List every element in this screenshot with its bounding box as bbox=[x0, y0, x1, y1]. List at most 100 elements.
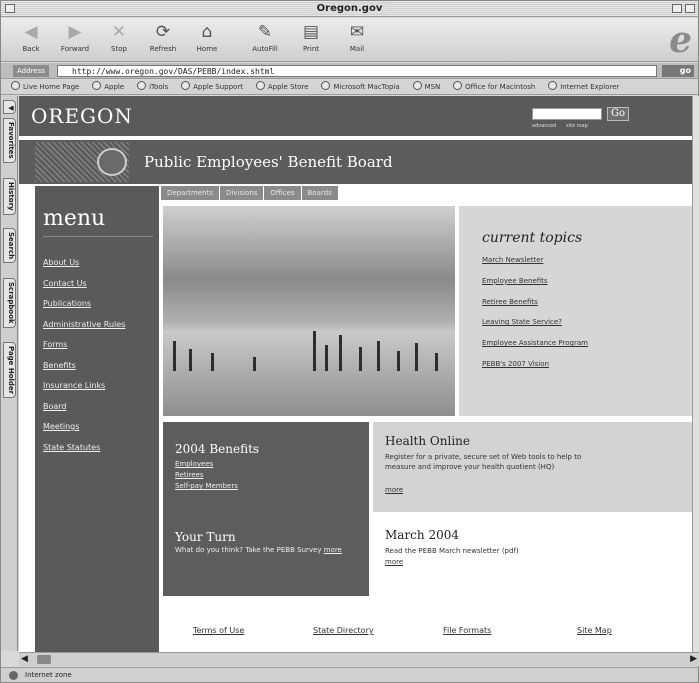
menu-item-insurance-links[interactable]: Insurance Links bbox=[43, 381, 125, 402]
health-online-text: Register for a private, secure set of We… bbox=[385, 453, 582, 471]
tab-page-holder[interactable]: Page Holder bbox=[3, 342, 16, 399]
menu-item-board[interactable]: Board bbox=[43, 402, 125, 423]
nav-departments[interactable]: Departments bbox=[161, 186, 220, 200]
seal-icon bbox=[97, 148, 127, 176]
your-turn-more-link[interactable]: more bbox=[324, 546, 342, 554]
horizontal-scrollbar[interactable]: ◀ ▶ bbox=[19, 652, 699, 666]
footer-file-formats-link[interactable]: File Formats bbox=[443, 626, 491, 635]
site-search-input[interactable] bbox=[532, 108, 602, 120]
refresh-button[interactable]: ⟳ Refresh bbox=[143, 21, 183, 53]
advanced-search-link[interactable]: advanced bbox=[532, 123, 556, 129]
address-label: Address bbox=[13, 65, 49, 77]
topic-link[interactable]: March Newsletter bbox=[482, 256, 588, 277]
favorite-link[interactable]: Apple bbox=[92, 80, 124, 94]
menu-item-publications[interactable]: Publications bbox=[43, 299, 125, 320]
your-turn-heading: Your Turn bbox=[175, 530, 236, 544]
favorite-link[interactable]: Apple Store bbox=[255, 80, 309, 94]
home-button[interactable]: ⌂ Home bbox=[187, 21, 227, 53]
globe-icon bbox=[137, 81, 147, 90]
refresh-icon: ⟳ bbox=[155, 22, 171, 42]
scroll-left-arrow-icon[interactable]: ◀ bbox=[21, 654, 28, 664]
footer-site-map-link[interactable]: Site Map bbox=[577, 626, 612, 635]
nav-offices[interactable]: Offices bbox=[264, 186, 301, 200]
go-button[interactable]: go bbox=[662, 65, 694, 77]
site-header: OREGON Go advanced site map bbox=[19, 96, 692, 136]
menu-item-about-us[interactable]: About Us bbox=[43, 258, 125, 279]
march-heading: March 2004 bbox=[385, 528, 459, 542]
topic-link[interactable]: Employee Assistance Program bbox=[482, 339, 588, 360]
status-zone: Internet zone bbox=[25, 671, 72, 679]
favorite-link[interactable]: Microsoft MacTopia bbox=[321, 80, 400, 94]
topic-link[interactable]: Employee Benefits bbox=[482, 277, 588, 298]
footer-terms-link[interactable]: Terms of Use bbox=[193, 626, 244, 635]
title-bar[interactable]: Oregon.gov bbox=[1, 1, 698, 17]
browser-logo-icon: e bbox=[669, 19, 692, 61]
zoom-box[interactable] bbox=[672, 4, 682, 13]
site-brand[interactable]: OREGON bbox=[31, 104, 133, 128]
collapse-tab-icon[interactable]: ◀ bbox=[3, 100, 16, 114]
globe-icon bbox=[453, 81, 463, 90]
toolbar: ◀ Back ▶ Forward ✕ Stop ⟳ Refresh ⌂ Home ✎ Aut… bbox=[1, 18, 698, 62]
footer-links: Terms of Use State Directory File Format… bbox=[163, 626, 692, 638]
page-title: Public Employees' Benefit Board bbox=[144, 153, 393, 171]
menu-item-state-statutes[interactable]: State Statutes bbox=[43, 443, 125, 464]
menu-item-administrative-rules[interactable]: Administrative Rules bbox=[43, 320, 125, 341]
favorite-link[interactable]: Office for Macintosh bbox=[453, 80, 535, 94]
nav-boards[interactable]: Boards bbox=[301, 186, 338, 200]
explorer-bar-tabs: ◀ Favorites History Search Scrapbook Pag… bbox=[1, 96, 18, 651]
globe-icon bbox=[548, 81, 558, 90]
tab-scrapbook[interactable]: Scrapbook bbox=[3, 278, 16, 328]
stop-icon: ✕ bbox=[111, 22, 127, 42]
site-search-go-button[interactable]: Go bbox=[607, 107, 629, 121]
benefits-link-retirees[interactable]: Retirees bbox=[175, 471, 204, 479]
menu-item-forms[interactable]: Forms bbox=[43, 340, 125, 361]
stop-button[interactable]: ✕ Stop bbox=[99, 21, 139, 53]
health-online-more-link[interactable]: more bbox=[385, 486, 403, 494]
tab-history[interactable]: History bbox=[3, 178, 16, 215]
address-input[interactable]: http://www.oregon.gov/DAS/PEBB/index.sht… bbox=[57, 65, 657, 77]
scroll-right-arrow-icon[interactable]: ▶ bbox=[690, 654, 697, 664]
your-turn-text: What do you think? Take the PEBB Survey bbox=[175, 546, 322, 554]
favorite-link[interactable]: MSN bbox=[412, 80, 440, 94]
favorite-link[interactable]: Apple Support bbox=[181, 80, 243, 94]
benefits-link-self-pay[interactable]: Self-pay Members bbox=[175, 482, 238, 490]
window-title: Oregon.gov bbox=[310, 3, 389, 14]
menu-item-contact-us[interactable]: Contact Us bbox=[43, 279, 125, 300]
hero-photo bbox=[163, 206, 455, 416]
forward-arrow-icon: ▶ bbox=[68, 22, 82, 42]
vertical-scrollbar[interactable] bbox=[692, 96, 699, 652]
printer-icon: ▤ bbox=[302, 22, 320, 42]
current-topics-heading: current topics bbox=[482, 230, 583, 246]
scroll-thumb[interactable] bbox=[37, 655, 51, 664]
back-button[interactable]: ◀ Back bbox=[11, 21, 51, 53]
benefits-link-employees[interactable]: Employees bbox=[175, 460, 213, 468]
current-topics-panel: current topics March Newsletter Employee… bbox=[459, 206, 692, 416]
march-text: Read the PEBB March newsletter (pdf) bbox=[385, 547, 519, 555]
favorite-link[interactable]: iTools bbox=[137, 80, 168, 94]
forward-button[interactable]: ▶ Forward bbox=[55, 21, 95, 53]
page-content: OREGON Go advanced site map Public Emplo… bbox=[19, 96, 692, 652]
topic-link[interactable]: PEBB's 2007 Vision bbox=[482, 360, 588, 381]
march-more-link[interactable]: more bbox=[385, 558, 403, 566]
footer-state-directory-link[interactable]: State Directory bbox=[313, 626, 374, 635]
menu-heading: menu bbox=[43, 206, 106, 231]
topic-link[interactable]: Leaving State Service? bbox=[482, 318, 588, 339]
autofill-button[interactable]: ✎ AutoFill bbox=[245, 21, 285, 53]
nav-divisions[interactable]: Divisions bbox=[220, 186, 264, 200]
favorite-link[interactable]: Internet Explorer bbox=[548, 80, 619, 94]
home-icon: ⌂ bbox=[201, 22, 213, 42]
tab-favorites[interactable]: Favorites bbox=[3, 118, 16, 163]
globe-icon bbox=[9, 671, 18, 680]
favorite-link[interactable]: Live Home Page bbox=[11, 80, 79, 94]
tab-search[interactable]: Search bbox=[3, 228, 16, 264]
print-button[interactable]: ▤ Print bbox=[291, 21, 331, 53]
collapse-box[interactable] bbox=[685, 4, 695, 13]
menu-item-benefits[interactable]: Benefits bbox=[43, 361, 125, 382]
menu-item-meetings[interactable]: Meetings bbox=[43, 422, 125, 443]
topic-link[interactable]: Retiree Benefits bbox=[482, 298, 588, 319]
march-2004-panel: March 2004 Read the PEBB March newslette… bbox=[373, 516, 692, 596]
mail-icon: ✉ bbox=[349, 22, 365, 42]
site-map-link[interactable]: site map bbox=[566, 123, 588, 129]
menu-divider bbox=[43, 236, 153, 237]
mail-button[interactable]: ✉ Mail bbox=[337, 21, 377, 53]
